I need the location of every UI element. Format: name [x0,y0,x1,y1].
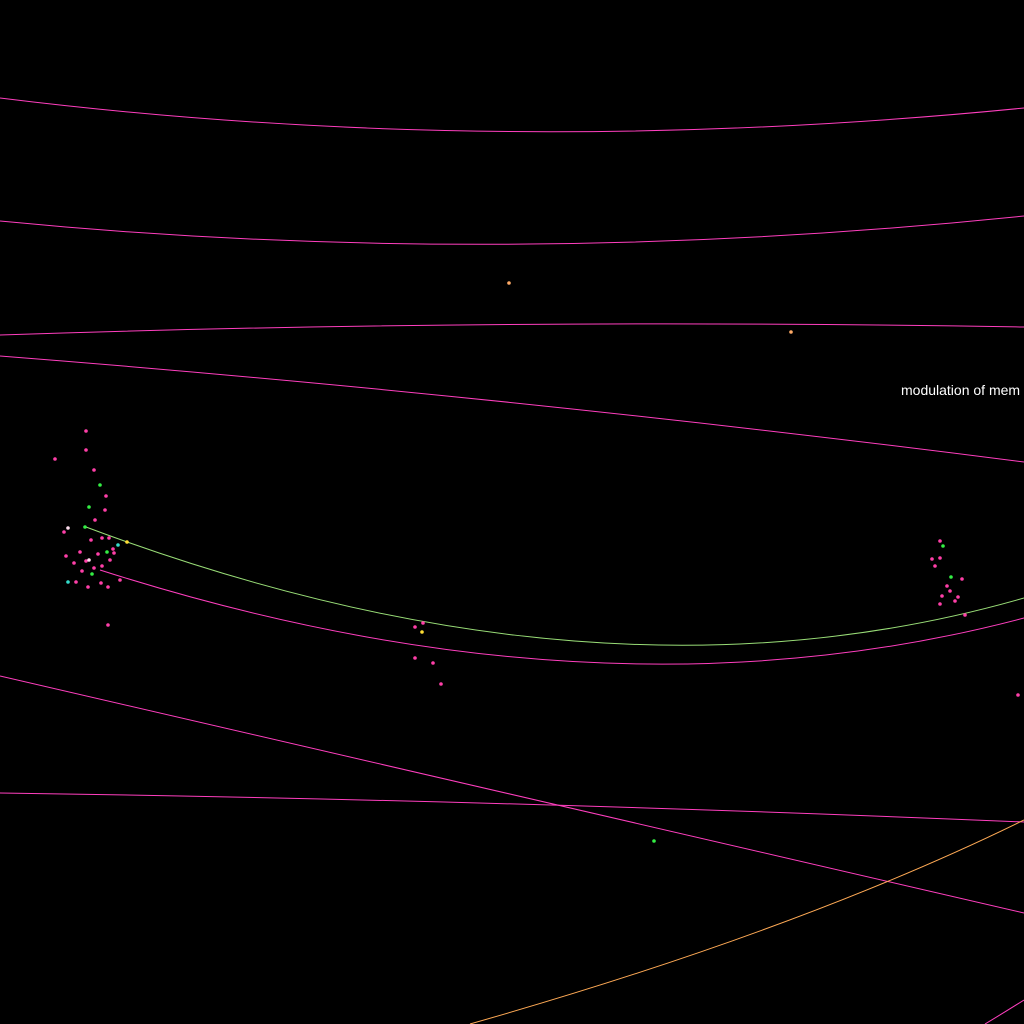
graph-node[interactable] [89,538,93,542]
graph-node[interactable] [125,540,129,544]
graph-node[interactable] [90,572,94,576]
graph-edge [984,999,1024,1024]
graph-node[interactable] [949,575,953,579]
graph-node[interactable] [72,561,76,565]
graph-node[interactable] [930,557,934,561]
graph-canvas[interactable]: modulation of mem [0,0,1024,1024]
graph-node[interactable] [439,682,443,686]
graph-node[interactable] [66,580,70,584]
graph-node[interactable] [413,625,417,629]
graph-node[interactable] [108,558,112,562]
graph-node[interactable] [956,595,960,599]
graph-node[interactable] [652,839,656,843]
graph-node[interactable] [421,621,425,625]
graph-node[interactable] [84,448,88,452]
edge-layer [0,97,1024,1024]
node-layer [53,281,1020,843]
graph-node[interactable] [104,494,108,498]
graph-node[interactable] [940,594,944,598]
graph-node[interactable] [99,581,103,585]
graph-node[interactable] [86,585,90,589]
node-label: modulation of mem [901,382,1021,398]
graph-node[interactable] [941,544,945,548]
graph-node[interactable] [116,543,120,547]
graph-node[interactable] [420,630,424,634]
graph-node[interactable] [92,468,96,472]
graph-edge [85,526,1024,646]
graph-node[interactable] [78,550,82,554]
graph-node[interactable] [938,602,942,606]
graph-node[interactable] [106,585,110,589]
graph-node[interactable] [938,556,942,560]
graph-node[interactable] [118,578,122,582]
graph-node[interactable] [100,564,104,568]
graph-node[interactable] [93,518,97,522]
graph-node[interactable] [413,656,417,660]
graph-node[interactable] [938,539,942,543]
graph-node[interactable] [431,661,435,665]
graph-node[interactable] [100,536,104,540]
graph-edge [0,215,1024,245]
graph-node[interactable] [963,613,967,617]
graph-node[interactable] [98,483,102,487]
graph-node[interactable] [789,330,793,334]
graph-node[interactable] [74,580,78,584]
graph-node[interactable] [953,599,957,603]
graph-node[interactable] [106,623,110,627]
graph-svg [0,97,1024,1024]
graph-edge [99,569,1024,665]
graph-node[interactable] [84,429,88,433]
graph-edge [0,97,1024,133]
graph-node[interactable] [62,530,66,534]
graph-edge [0,355,1024,463]
graph-node[interactable] [107,536,111,540]
graph-node[interactable] [111,547,115,551]
graph-node[interactable] [83,525,87,529]
graph-node[interactable] [96,552,100,556]
graph-node[interactable] [103,508,107,512]
graph-node[interactable] [507,281,511,285]
graph-node[interactable] [87,505,91,509]
graph-node[interactable] [53,457,57,461]
graph-node[interactable] [945,584,949,588]
graph-edge [469,819,1024,1024]
graph-node[interactable] [948,589,952,593]
graph-node[interactable] [112,551,116,555]
graph-edge [0,675,1024,914]
graph-node[interactable] [80,569,84,573]
graph-node[interactable] [1016,693,1020,697]
graph-edge [0,323,1024,336]
graph-node[interactable] [66,526,70,530]
graph-edge [0,792,1024,823]
graph-node[interactable] [933,564,937,568]
graph-node[interactable] [92,566,96,570]
graph-node[interactable] [64,554,68,558]
graph-node[interactable] [960,577,964,581]
graph-node[interactable] [105,550,109,554]
graph-node[interactable] [87,558,91,562]
